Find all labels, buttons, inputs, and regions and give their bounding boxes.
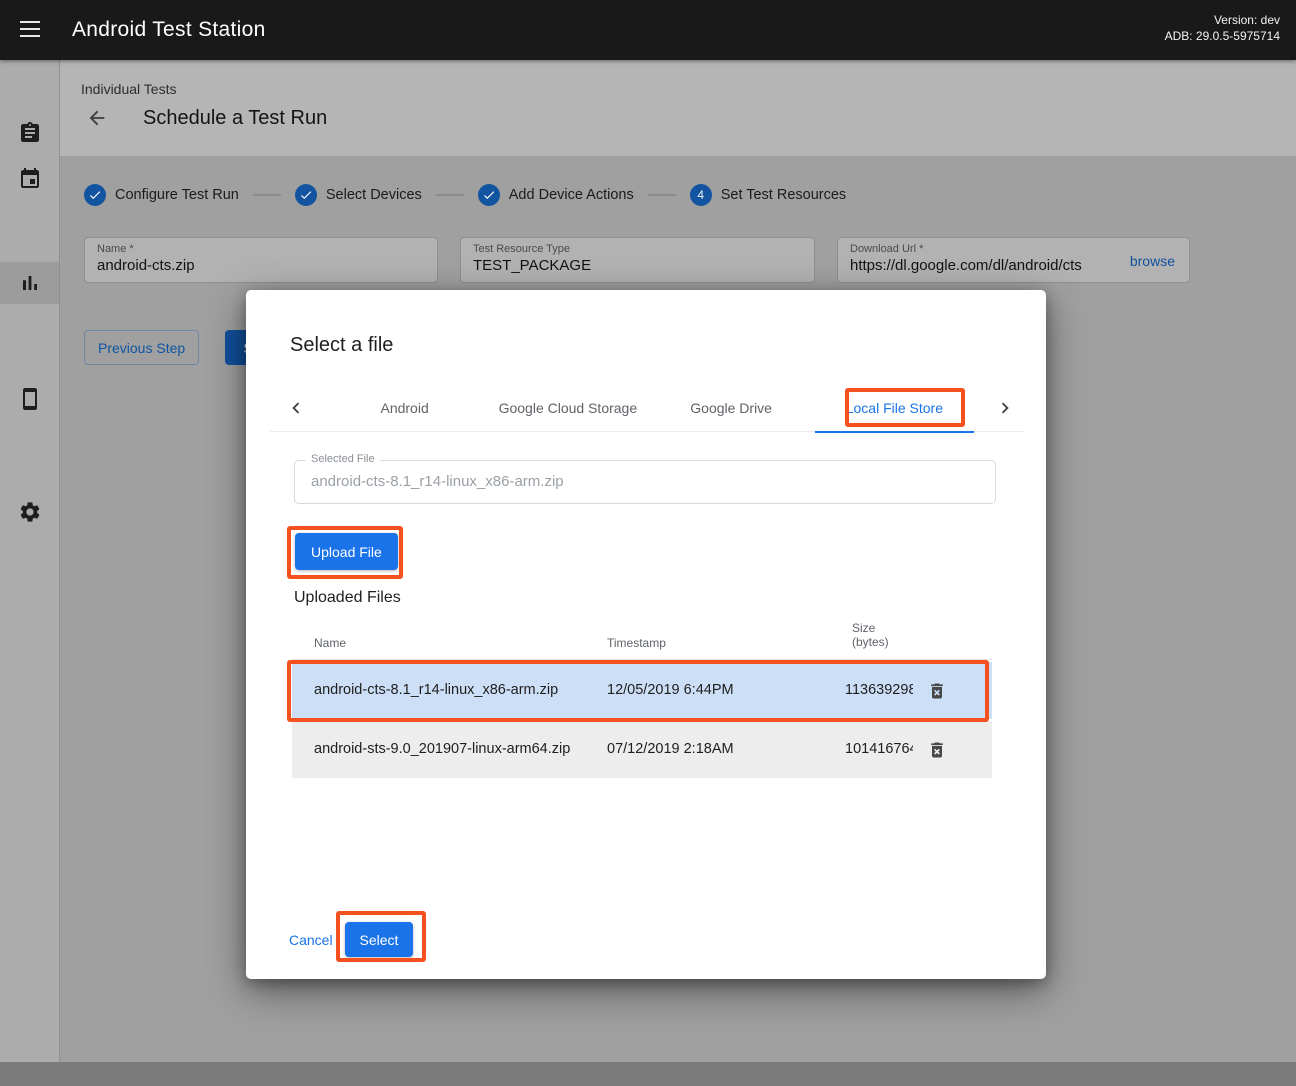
step-connector <box>648 194 676 196</box>
step-label: Select Devices <box>326 187 422 203</box>
dialog-tabs: Android Google Cloud Storage Google Driv… <box>323 384 976 432</box>
uploaded-files-table: Name Timestamp Size (bytes) android-cts-… <box>292 616 992 778</box>
step-configure-test-run[interactable]: Configure Test Run <box>84 184 239 206</box>
step-connector <box>436 194 464 196</box>
name-field[interactable]: Name * android-cts.zip <box>84 237 438 283</box>
build-info: Version: dev ADB: 29.0.5-5975714 <box>1165 12 1280 44</box>
field-value: android-cts.zip <box>85 255 437 274</box>
table-header: Name Timestamp Size (bytes) <box>292 616 992 660</box>
upload-file-button[interactable]: Upload File <box>295 533 398 570</box>
calendar-icon <box>18 167 42 191</box>
sidebar-item-devices[interactable] <box>0 380 59 418</box>
file-name-cell: android-sts-9.0_201907-linux-arm64.zip <box>314 721 570 778</box>
version-text: Version: dev <box>1165 12 1280 28</box>
sidebar-item-settings[interactable] <box>0 493 59 531</box>
field-label: Name * <box>85 238 437 255</box>
stepper: Configure Test Run Select Devices Add De… <box>84 184 846 206</box>
sidebar-item-test-plans[interactable] <box>0 160 59 198</box>
size-cell: 113639298 <box>845 662 913 719</box>
column-header-name: Name <box>314 636 346 650</box>
table-row[interactable]: android-sts-9.0_201907-linux-arm64.zip 0… <box>292 721 992 778</box>
field-label: Test Resource Type <box>461 238 814 255</box>
selected-file-value: android-cts-8.1_r14-linux_x86-arm.zip <box>295 461 995 503</box>
tab-scroll-left-button[interactable] <box>282 384 310 432</box>
timestamp-cell: 07/12/2019 2:18AM <box>607 721 734 778</box>
dialog-tab-bar: Android Google Cloud Storage Google Driv… <box>270 384 1023 432</box>
chevron-right-icon <box>994 397 1016 419</box>
step-select-devices[interactable]: Select Devices <box>295 184 422 206</box>
step-label: Configure Test Run <box>115 187 239 203</box>
step-label: Set Test Resources <box>721 187 846 203</box>
delete-icon <box>927 740 947 760</box>
delete-file-button[interactable] <box>920 734 954 765</box>
test-resource-type-field[interactable]: Test Resource Type TEST_PACKAGE <box>460 237 815 283</box>
tab-google-drive[interactable]: Google Drive <box>650 384 813 432</box>
select-file-dialog: Select a file Android Google Cloud Stora… <box>246 290 1046 979</box>
tab-scroll-right-button[interactable] <box>991 384 1019 432</box>
smartphone-icon <box>18 387 42 411</box>
cancel-button[interactable]: Cancel <box>289 922 333 957</box>
previous-step-button[interactable]: Previous Step <box>84 330 199 365</box>
file-name-cell: android-cts-8.1_r14-linux_x86-arm.zip <box>314 662 558 719</box>
timestamp-cell: 12/05/2019 6:44PM <box>607 662 734 719</box>
step-number-badge: 4 <box>690 184 712 206</box>
assignment-icon <box>18 121 42 145</box>
column-header-timestamp: Timestamp <box>607 636 666 650</box>
app-title: Android Test Station <box>72 0 266 60</box>
selected-file-label: Selected File <box>306 453 380 465</box>
chevron-left-icon <box>285 397 307 419</box>
step-complete-icon <box>84 184 106 206</box>
gear-icon <box>18 500 42 524</box>
page-title: Schedule a Test Run <box>143 107 327 130</box>
delete-file-button[interactable] <box>920 675 954 706</box>
step-complete-icon <box>295 184 317 206</box>
breadcrumb: Individual Tests <box>81 81 176 97</box>
download-url-field[interactable]: Download Url * https://dl.google.com/dl/… <box>837 237 1190 283</box>
tab-local-file-store[interactable]: Local File Store <box>813 384 976 432</box>
uploaded-files-heading: Uploaded Files <box>294 589 401 607</box>
column-header-size: Size (bytes) <box>852 621 889 649</box>
bar-chart-icon <box>18 271 42 295</box>
step-complete-icon <box>478 184 500 206</box>
page-bottom-strip <box>0 1062 1296 1086</box>
back-button[interactable] <box>84 106 110 132</box>
table-row[interactable]: android-cts-8.1_r14-linux_x86-arm.zip 12… <box>292 662 992 719</box>
arrow-back-icon <box>86 107 108 129</box>
tab-google-cloud-storage[interactable]: Google Cloud Storage <box>486 384 649 432</box>
tab-android[interactable]: Android <box>323 384 486 432</box>
size-cell: 101416764 <box>845 721 913 778</box>
dialog-title: Select a file <box>290 334 393 357</box>
step-connector <box>253 194 281 196</box>
sidebar-item-test-runs[interactable] <box>0 262 59 304</box>
screen: Android Test Station Version: dev ADB: 2… <box>0 0 1296 1086</box>
step-add-device-actions[interactable]: Add Device Actions <box>478 184 634 206</box>
sidebar <box>0 60 60 1062</box>
page-header: Individual Tests Schedule a Test Run <box>60 60 1296 157</box>
step-label: Add Device Actions <box>509 187 634 203</box>
menu-icon[interactable] <box>20 21 42 39</box>
select-button[interactable]: Select <box>345 922 413 957</box>
sidebar-item-tests[interactable] <box>0 114 59 152</box>
delete-icon <box>927 681 947 701</box>
top-app-bar: Android Test Station Version: dev ADB: 2… <box>0 0 1296 60</box>
step-set-test-resources[interactable]: 4 Set Test Resources <box>690 184 846 206</box>
adb-version-text: ADB: 29.0.5-5975714 <box>1165 28 1280 44</box>
browse-link[interactable]: browse <box>1130 253 1175 269</box>
selected-file-input[interactable]: Selected File android-cts-8.1_r14-linux_… <box>294 460 996 504</box>
field-value: TEST_PACKAGE <box>461 255 814 274</box>
